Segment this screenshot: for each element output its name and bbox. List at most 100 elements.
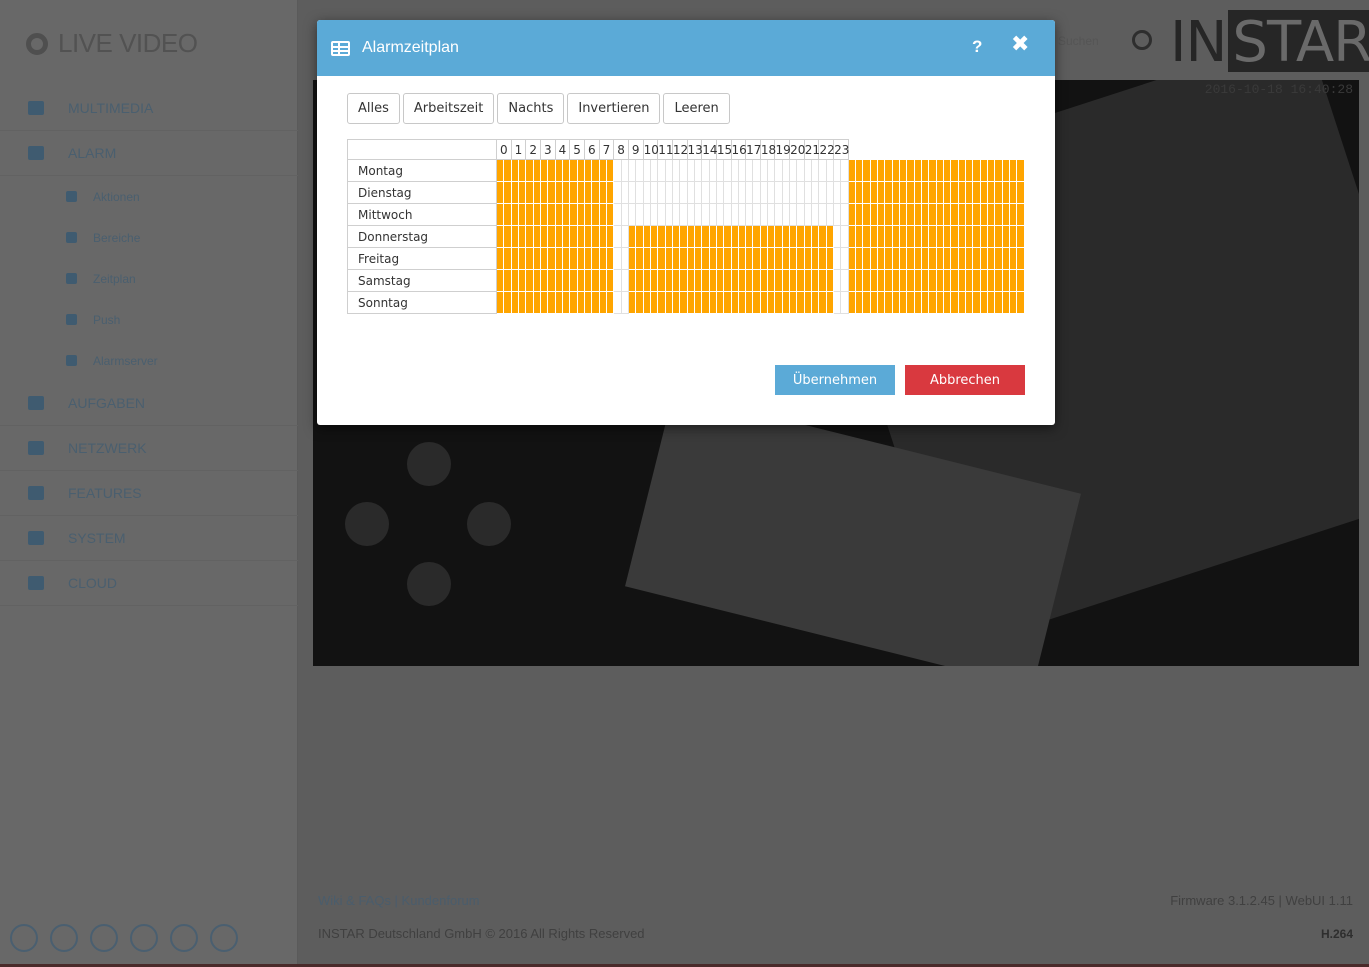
schedule-slot-inactive[interactable] (767, 203, 776, 226)
schedule-slot-active[interactable] (906, 203, 915, 226)
schedule-slot-active[interactable] (862, 181, 871, 204)
schedule-slot-active[interactable] (950, 225, 959, 248)
schedule-slot-active[interactable] (979, 225, 989, 248)
schedule-slot-active[interactable] (679, 291, 688, 314)
schedule-slot-active[interactable] (928, 225, 937, 248)
schedule-slot-active[interactable] (899, 291, 908, 314)
schedule-slot-active[interactable] (803, 269, 813, 292)
schedule-slot-active[interactable] (730, 291, 739, 314)
schedule-slot-inactive[interactable] (796, 181, 805, 204)
schedule-slot-active[interactable] (964, 269, 974, 292)
schedule-slot-active[interactable] (561, 269, 571, 292)
schedule-slot-active[interactable] (598, 247, 607, 270)
schedule-slot-active[interactable] (811, 291, 820, 314)
schedule-slot-active[interactable] (1008, 159, 1018, 182)
schedule-slot-active[interactable] (510, 291, 520, 314)
schedule-slot-inactive[interactable] (701, 203, 710, 226)
schedule-slot-active[interactable] (701, 269, 710, 292)
ptz-down-icon[interactable] (407, 562, 451, 606)
schedule-slot-active[interactable] (759, 247, 769, 270)
schedule-slot-active[interactable] (869, 203, 879, 226)
schedule-slot-active[interactable] (554, 225, 563, 248)
schedule-slot-inactive[interactable] (686, 203, 695, 226)
schedule-slot-inactive[interactable] (759, 203, 769, 226)
schedule-slot-active[interactable] (686, 225, 695, 248)
schedule-slot-active[interactable] (532, 203, 541, 226)
day-label[interactable]: Samstag (347, 269, 497, 292)
schedule-slot-active[interactable] (913, 181, 923, 204)
schedule-slot-active[interactable] (583, 225, 593, 248)
schedule-slot-active[interactable] (994, 269, 1003, 292)
day-label[interactable]: Donnerstag (347, 225, 497, 248)
schedule-slot-active[interactable] (759, 225, 769, 248)
schedule-slot-inactive[interactable] (730, 159, 739, 182)
schedule-slot-active[interactable] (979, 181, 989, 204)
schedule-slot-active[interactable] (561, 225, 571, 248)
hour-header[interactable]: 19 (774, 139, 791, 160)
schedule-slot-active[interactable] (547, 269, 556, 292)
schedule-slot-active[interactable] (957, 159, 967, 182)
schedule-slot-active[interactable] (855, 225, 864, 248)
schedule-slot-active[interactable] (869, 291, 879, 314)
schedule-slot-active[interactable] (569, 269, 578, 292)
schedule-slot-active[interactable] (583, 291, 593, 314)
schedule-slot-inactive[interactable] (796, 203, 805, 226)
schedule-slot-active[interactable] (818, 225, 827, 248)
schedule-slot-active[interactable] (591, 225, 600, 248)
schedule-slot-active[interactable] (649, 225, 659, 248)
schedule-slot-active[interactable] (906, 291, 915, 314)
schedule-slot-inactive[interactable] (781, 159, 791, 182)
schedule-slot-inactive[interactable] (737, 181, 747, 204)
schedule-slot-active[interactable] (495, 291, 505, 314)
schedule-slot-inactive[interactable] (752, 203, 761, 226)
schedule-slot-active[interactable] (796, 291, 805, 314)
schedule-slot-active[interactable] (899, 247, 908, 270)
schedule-slot-inactive[interactable] (715, 159, 725, 182)
schedule-slot-active[interactable] (847, 269, 857, 292)
schedule-slot-active[interactable] (569, 247, 578, 270)
schedule-slot-active[interactable] (1001, 159, 1010, 182)
schedule-slot-active[interactable] (877, 291, 886, 314)
ptz-left-icon[interactable] (345, 502, 389, 546)
schedule-slot-inactive[interactable] (833, 291, 842, 314)
twitter-icon[interactable] (130, 924, 158, 952)
schedule-slot-active[interactable] (877, 269, 886, 292)
schedule-slot-active[interactable] (605, 291, 615, 314)
schedule-slot-active[interactable] (679, 247, 688, 270)
preset-button-invertieren[interactable]: Invertieren (567, 93, 661, 124)
schedule-slot-active[interactable] (517, 225, 527, 248)
schedule-slot-inactive[interactable] (620, 269, 629, 292)
sidebar-item-aktionen[interactable]: Aktionen (0, 176, 298, 217)
schedule-slot-inactive[interactable] (781, 203, 791, 226)
schedule-slot-inactive[interactable] (745, 203, 754, 226)
schedule-slot-active[interactable] (774, 225, 783, 248)
schedule-slot-active[interactable] (935, 291, 945, 314)
schedule-slot-inactive[interactable] (613, 203, 622, 226)
schedule-slot-active[interactable] (532, 159, 541, 182)
hour-header[interactable]: 11 (657, 139, 674, 160)
sidebar-item-multimedia[interactable]: MULTIMEDIA (0, 86, 298, 131)
schedule-slot-active[interactable] (627, 247, 637, 270)
schedule-slot-active[interactable] (884, 225, 893, 248)
search-icon[interactable] (1132, 30, 1152, 50)
schedule-slot-active[interactable] (913, 203, 923, 226)
schedule-slot-active[interactable] (525, 269, 534, 292)
schedule-slot-active[interactable] (657, 269, 666, 292)
schedule-slot-active[interactable] (569, 291, 578, 314)
schedule-slot-active[interactable] (495, 181, 505, 204)
schedule-slot-active[interactable] (671, 291, 681, 314)
schedule-slot-active[interactable] (642, 269, 651, 292)
schedule-slot-inactive[interactable] (833, 225, 842, 248)
schedule-slot-active[interactable] (767, 247, 776, 270)
schedule-slot-active[interactable] (964, 159, 974, 182)
schedule-slot-active[interactable] (591, 291, 600, 314)
schedule-slot-inactive[interactable] (840, 181, 849, 204)
hour-header[interactable]: 2 (525, 139, 541, 160)
schedule-slot-active[interactable] (928, 181, 937, 204)
schedule-slot-active[interactable] (569, 181, 578, 204)
schedule-slot-active[interactable] (855, 159, 864, 182)
schedule-slot-active[interactable] (627, 291, 637, 314)
schedule-slot-inactive[interactable] (642, 159, 651, 182)
schedule-slot-inactive[interactable] (833, 269, 842, 292)
sidebar-item-system[interactable]: SYSTEM (0, 516, 298, 561)
